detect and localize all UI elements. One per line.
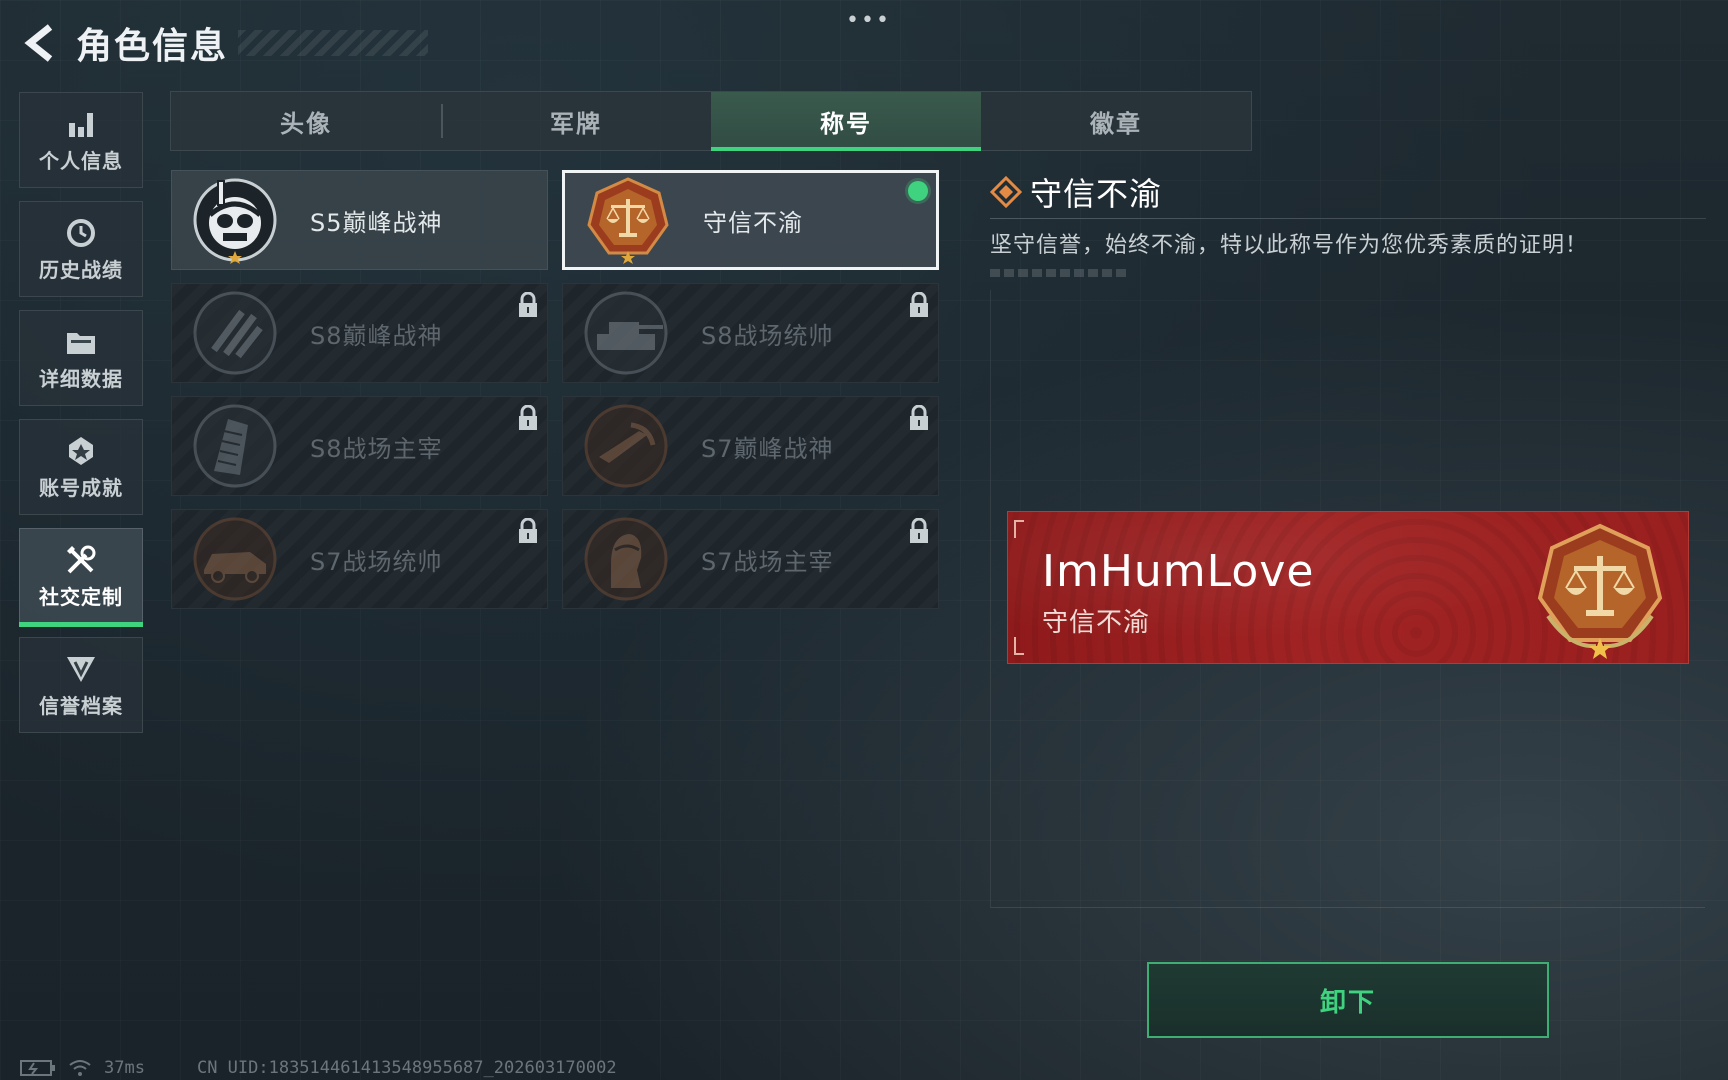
lock-icon xyxy=(910,518,928,543)
back-arrow-icon xyxy=(24,24,53,62)
diamond-marker-icon xyxy=(990,176,1022,208)
title-card[interactable]: S5巅峰战神 xyxy=(171,170,548,270)
lock-icon xyxy=(519,292,537,317)
title-name: S8战场统帅 xyxy=(701,321,834,350)
tab-avatar[interactable]: 头像 xyxy=(171,92,441,150)
rifle-emblem-icon xyxy=(584,404,668,488)
sidebar-item-label: 社交定制 xyxy=(39,584,123,609)
title-card-selected[interactable]: 守信不渝 xyxy=(562,170,939,270)
lock-icon xyxy=(519,405,537,430)
description-decoration xyxy=(990,269,1126,277)
scales-emblem-icon xyxy=(587,177,669,264)
ping-value: 37ms xyxy=(104,1058,145,1078)
banner-title: 守信不渝 xyxy=(1042,608,1151,638)
title-card-locked[interactable]: S8巅峰战神 xyxy=(171,283,548,383)
title-name: S7战场统帅 xyxy=(310,547,443,576)
tab-badge[interactable]: 徽章 xyxy=(981,92,1251,150)
credit-icon xyxy=(64,652,98,686)
title-detail-panel: 守信不渝 坚守信誉，始终不渝，特以此称号作为您优秀素质的证明！ xyxy=(990,170,1706,277)
diver-skull-emblem-icon xyxy=(193,178,277,264)
sidebar-item-achievements[interactable]: 账号成就 xyxy=(19,419,143,515)
title-decoration xyxy=(238,30,428,56)
achievement-icon xyxy=(64,434,98,468)
more-options-icon[interactable]: ••• xyxy=(846,8,891,33)
title-card-locked[interactable]: S8战场主宰 xyxy=(171,396,548,496)
category-tabs: 头像 军牌 称号 徽章 xyxy=(170,91,1252,151)
status-footer: 37ms CN UID:1835144614135489556​87_20260… xyxy=(20,1057,617,1079)
title-name: S7巅峰战神 xyxy=(701,434,834,463)
title-name: S8战场主宰 xyxy=(310,434,443,463)
banner-corner xyxy=(1014,520,1024,538)
banner-corner xyxy=(1014,637,1024,655)
lock-icon xyxy=(910,292,928,317)
sidebar-item-label: 信誉档案 xyxy=(39,693,123,718)
tab-dog-tag[interactable]: 军牌 xyxy=(441,92,711,150)
sidebar-item-social-custom[interactable]: 社交定制 xyxy=(19,528,143,627)
back-button[interactable] xyxy=(18,21,62,65)
lock-icon xyxy=(519,518,537,543)
title-card-locked[interactable]: S7战场统帅 xyxy=(171,509,548,609)
sidebar-item-label: 历史战绩 xyxy=(39,257,123,282)
sidebar-item-personal-info[interactable]: 个人信息 xyxy=(19,92,143,188)
divider xyxy=(990,218,1706,219)
sidebar-item-history[interactable]: 历史战绩 xyxy=(19,201,143,297)
detail-description: 坚守信誉，始终不渝，特以此称号作为您优秀素质的证明！ xyxy=(990,233,1589,258)
sidebar-item-label: 详细数据 xyxy=(39,366,123,391)
player-name: ImHumLove xyxy=(1042,546,1315,597)
title-card-locked[interactable]: S7战场主宰 xyxy=(562,509,939,609)
title-name: 守信不渝 xyxy=(703,208,803,237)
sidebar-item-label: 账号成就 xyxy=(39,475,123,500)
building-emblem-icon xyxy=(193,404,277,488)
page-header: 角色信息 xyxy=(18,18,428,68)
folder-icon xyxy=(64,325,98,359)
lock-icon xyxy=(910,405,928,430)
sidebar-item-credit-record[interactable]: 信誉档案 xyxy=(19,637,143,733)
title-name: S8巅峰战神 xyxy=(310,321,443,350)
tab-title[interactable]: 称号 xyxy=(711,92,981,151)
page-title: 角色信息 xyxy=(76,26,229,67)
title-name: S5巅峰战神 xyxy=(310,208,443,237)
sidebar-item-detailed-data[interactable]: 详细数据 xyxy=(19,310,143,406)
slash-emblem-icon xyxy=(193,291,277,375)
soldier-emblem-icon xyxy=(584,517,668,601)
wifi-icon xyxy=(69,1060,91,1076)
detail-title-name: 守信不渝 xyxy=(1030,175,1163,213)
vehicle-emblem-icon xyxy=(193,517,277,601)
history-icon xyxy=(64,216,98,250)
title-list: S5巅峰战神 守信不渝 S8巅峰战神 S8战场统帅 S8战场主宰 S7巅峰战神 … xyxy=(171,170,939,609)
title-card-locked[interactable]: S8战场统帅 xyxy=(562,283,939,383)
scales-emblem-icon xyxy=(1537,523,1663,659)
bar-chart-icon xyxy=(64,107,98,141)
sidebar-item-label: 个人信息 xyxy=(39,148,123,173)
battery-icon xyxy=(20,1060,55,1076)
equipped-indicator xyxy=(908,181,928,201)
title-name: S7战场主宰 xyxy=(701,547,834,576)
title-banner-preview: ImHumLove 守信不渝 xyxy=(1007,511,1689,664)
detail-header: 守信不渝 xyxy=(990,170,1706,214)
title-card-locked[interactable]: S7巅峰战神 xyxy=(562,396,939,496)
tank-emblem-icon xyxy=(584,291,668,375)
sidebar: 个人信息 历史战绩 详细数据 账号成就 社交定制 信誉档案 xyxy=(19,92,143,746)
tools-icon xyxy=(64,543,98,577)
unequip-button[interactable]: 卸下 xyxy=(1147,962,1549,1038)
uid-text: CN UID:1835144614135489556​87_2026031700… xyxy=(196,1058,617,1078)
